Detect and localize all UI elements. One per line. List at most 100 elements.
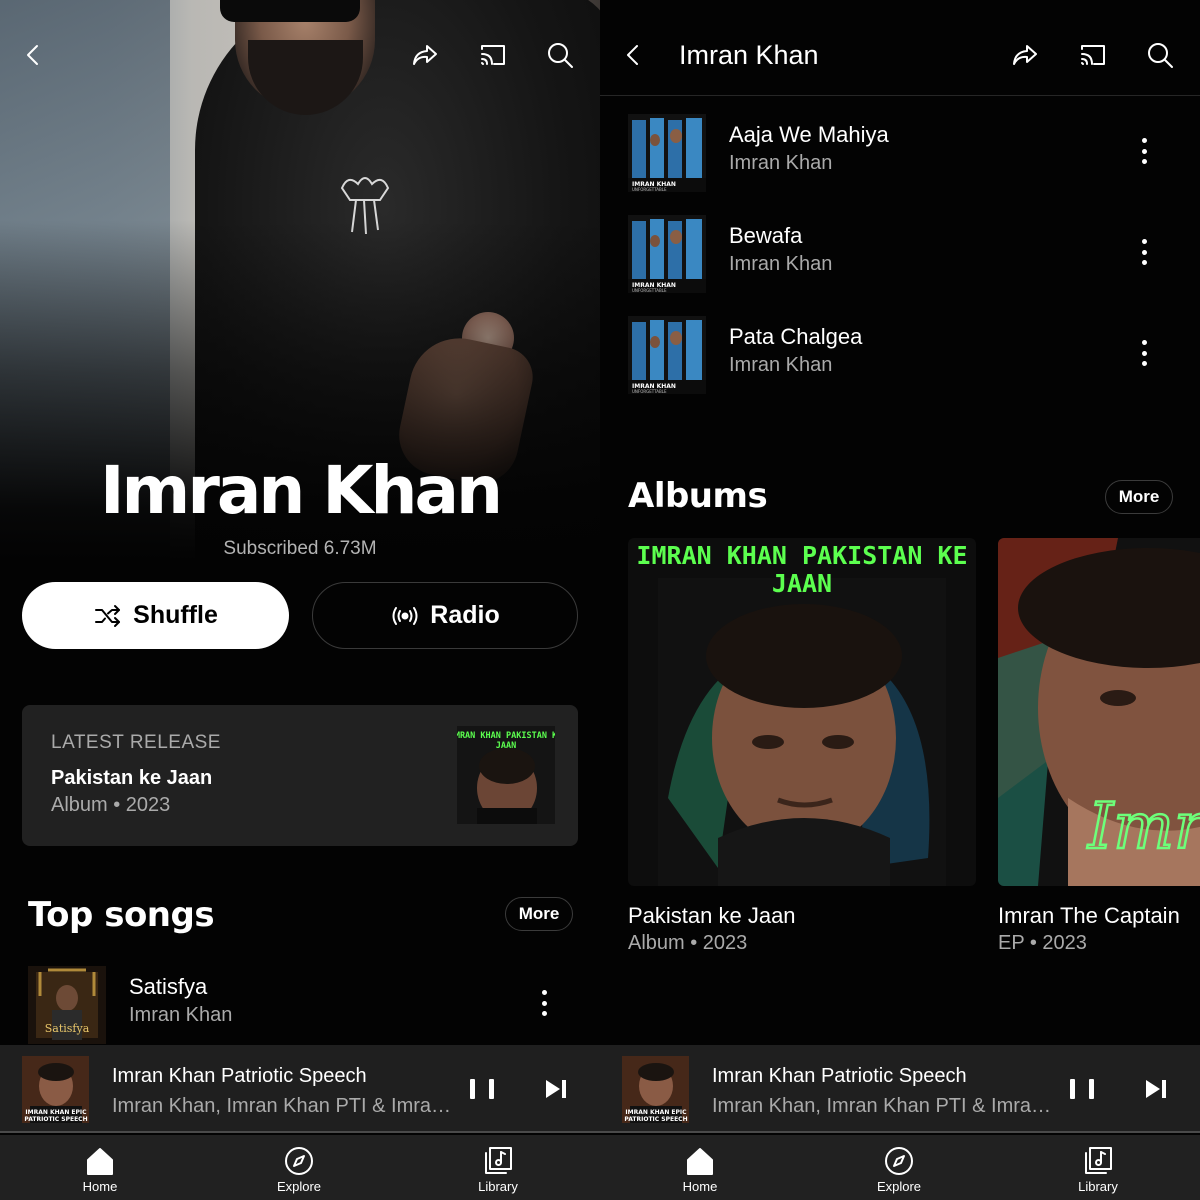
compass-icon xyxy=(885,1147,913,1175)
nav-explore[interactable]: Explore xyxy=(839,1135,959,1200)
cast-icon[interactable] xyxy=(1076,38,1110,72)
svg-text:IMRAN KHAN EPIC: IMRAN KHAN EPIC xyxy=(25,1109,87,1116)
song-thumbnail: IMRAN KHAN UNFORGETTABLE xyxy=(628,215,706,293)
now-playing-title: Imran Khan Patriotic Speech xyxy=(712,1065,967,1087)
header-artist-name: Imran Khan xyxy=(679,40,819,70)
svg-text:Satisfya: Satisfya xyxy=(45,1022,90,1035)
shuffle-icon xyxy=(95,604,121,627)
playback-progress-bar[interactable] xyxy=(0,1131,600,1133)
song-title: Aaja We Mahiya xyxy=(729,122,889,147)
nav-explore-label: Explore xyxy=(276,1179,322,1194)
back-icon[interactable] xyxy=(16,38,50,72)
svg-text:UNFORGETTABLE: UNFORGETTABLE xyxy=(632,389,667,394)
home-icon xyxy=(687,1148,713,1175)
svg-text:Imr: Imr xyxy=(1087,790,1200,864)
song-title: Satisfya xyxy=(129,974,208,999)
share-icon[interactable] xyxy=(408,38,442,72)
mini-player[interactable]: IMRAN KHAN EPIC PATRIOTIC SPEECH Imran K… xyxy=(600,1045,1200,1133)
svg-text:IMRAN KHAN PAKISTAN KE: IMRAN KHAN PAKISTAN KE xyxy=(636,541,967,570)
svg-text:UNFORGETTABLE: UNFORGETTABLE xyxy=(632,187,667,192)
song-thumbnail: IMRAN KHAN UNFORGETTABLE xyxy=(628,316,706,394)
svg-text:IMRAN KHAN EPIC: IMRAN KHAN EPIC xyxy=(625,1109,687,1116)
now-playing-artists: Imran Khan, Imran Khan PTI & Imran... xyxy=(112,1095,457,1117)
back-icon[interactable] xyxy=(616,38,650,72)
latest-release-title: Pakistan ke Jaan xyxy=(51,767,213,789)
albums-more-button[interactable]: More xyxy=(1105,480,1173,514)
song-artist: Imran Khan xyxy=(729,152,833,174)
artist-name: Imran Khan xyxy=(99,452,503,529)
now-playing-cover: IMRAN KHAN EPIC PATRIOTIC SPEECH xyxy=(622,1056,689,1123)
song-row-satisfya[interactable]: Satisfya Satisfya Imran Khan xyxy=(0,960,600,1050)
song-row-pata-chalgea[interactable]: IMRAN KHAN UNFORGETTABLE Pata Chalgea Im… xyxy=(600,310,1200,400)
nav-library-label: Library xyxy=(1078,1179,1118,1194)
latest-release-label: LATEST RELEASE xyxy=(51,732,221,753)
nav-explore[interactable]: Explore xyxy=(239,1135,359,1200)
svg-text:UNFORGETTABLE: UNFORGETTABLE xyxy=(632,288,667,293)
album-meta: Album • 2023 xyxy=(628,932,748,954)
library-icon xyxy=(1085,1147,1112,1174)
radio-button[interactable]: Radio xyxy=(312,582,578,649)
playback-progress-bar[interactable] xyxy=(600,1131,1200,1133)
shuffle-label: Shuffle xyxy=(133,601,218,629)
pause-icon[interactable] xyxy=(1070,1073,1094,1105)
nav-library-label: Library xyxy=(478,1179,518,1194)
top-songs-more-button[interactable]: More xyxy=(505,897,573,931)
more-options-icon[interactable] xyxy=(1130,134,1158,168)
search-icon[interactable] xyxy=(543,38,577,72)
song-artist: Imran Khan xyxy=(129,1004,233,1026)
song-thumbnail: Satisfya xyxy=(28,966,106,1044)
now-playing-title: Imran Khan Patriotic Speech xyxy=(112,1065,367,1087)
collapsed-header: Imran Khan xyxy=(600,0,1200,96)
song-thumbnail: IMRAN KHAN UNFORGETTABLE xyxy=(628,114,706,192)
bottom-navigation: Home Explore Library xyxy=(0,1135,600,1200)
svg-text:PATRIOTIC SPEECH: PATRIOTIC SPEECH xyxy=(24,1116,87,1123)
latest-release-cover: IMRAN KHAN PAKISTAN KE JAAN xyxy=(457,726,555,824)
latest-release-meta: Album • 2023 xyxy=(51,794,171,816)
next-track-icon[interactable] xyxy=(1142,1075,1170,1103)
song-artist: Imran Khan xyxy=(729,354,833,376)
library-icon xyxy=(485,1147,512,1174)
artist-page-right: Imran Khan IMRAN KHAN UNFORGETTABLE Aaja… xyxy=(600,0,1200,1200)
nav-library[interactable]: Library xyxy=(1038,1135,1158,1200)
nav-home[interactable]: Home xyxy=(640,1135,760,1200)
latest-release-card[interactable]: LATEST RELEASE Pakistan ke Jaan Album • … xyxy=(22,705,578,846)
nav-library[interactable]: Library xyxy=(438,1135,558,1200)
compass-icon xyxy=(285,1147,313,1175)
artist-page-left: Imran Khan Subscribed 6.73M Shuffle Radi… xyxy=(0,0,600,1200)
song-title: Pata Chalgea xyxy=(729,324,863,349)
album-meta: EP • 2023 xyxy=(998,932,1087,954)
svg-text:IMRAN KHAN PAKISTAN KE: IMRAN KHAN PAKISTAN KE xyxy=(457,731,555,741)
more-options-icon[interactable] xyxy=(530,986,558,1020)
more-options-icon[interactable] xyxy=(1130,235,1158,269)
top-songs-heading: Top songs xyxy=(28,895,215,935)
song-artist: Imran Khan xyxy=(729,253,833,275)
nav-home-label: Home xyxy=(682,1179,718,1194)
svg-text:JAAN: JAAN xyxy=(772,569,832,598)
svg-text:JAAN: JAAN xyxy=(496,741,516,751)
shuffle-button[interactable]: Shuffle xyxy=(22,582,289,649)
radio-label: Radio xyxy=(430,601,500,629)
search-icon[interactable] xyxy=(1143,38,1177,72)
nav-explore-label: Explore xyxy=(876,1179,922,1194)
subscriber-count: Subscribed 6.73M xyxy=(223,538,377,559)
cast-icon[interactable] xyxy=(476,38,510,72)
albums-heading: Albums xyxy=(628,476,768,516)
album-card-pakistan-ke-jaan[interactable]: IMRAN KHAN PAKISTAN KE JAAN Pakistan ke … xyxy=(628,538,976,954)
more-options-icon[interactable] xyxy=(1130,336,1158,370)
album-title: Pakistan ke Jaan xyxy=(628,903,796,928)
album-cover: Imr xyxy=(998,538,1200,886)
pause-icon[interactable] xyxy=(470,1073,494,1105)
nav-home[interactable]: Home xyxy=(40,1135,160,1200)
song-row-bewafa[interactable]: IMRAN KHAN UNFORGETTABLE Bewafa Imran Kh… xyxy=(600,209,1200,299)
home-icon xyxy=(87,1148,113,1175)
song-title: Bewafa xyxy=(729,223,803,248)
mini-player[interactable]: IMRAN KHAN EPIC PATRIOTIC SPEECH Imran K… xyxy=(0,1045,600,1133)
song-row-aaja-we-mahiya[interactable]: IMRAN KHAN UNFORGETTABLE Aaja We Mahiya … xyxy=(600,108,1200,198)
next-track-icon[interactable] xyxy=(542,1075,570,1103)
album-card-imran-the-captain[interactable]: Imr Imran The Captain EP • 2023 xyxy=(998,538,1200,954)
album-cover: IMRAN KHAN PAKISTAN KE JAAN xyxy=(628,538,976,886)
now-playing-cover: IMRAN KHAN EPIC PATRIOTIC SPEECH xyxy=(22,1056,89,1123)
nav-home-label: Home xyxy=(82,1179,118,1194)
radio-icon xyxy=(392,606,418,625)
share-icon[interactable] xyxy=(1008,38,1042,72)
